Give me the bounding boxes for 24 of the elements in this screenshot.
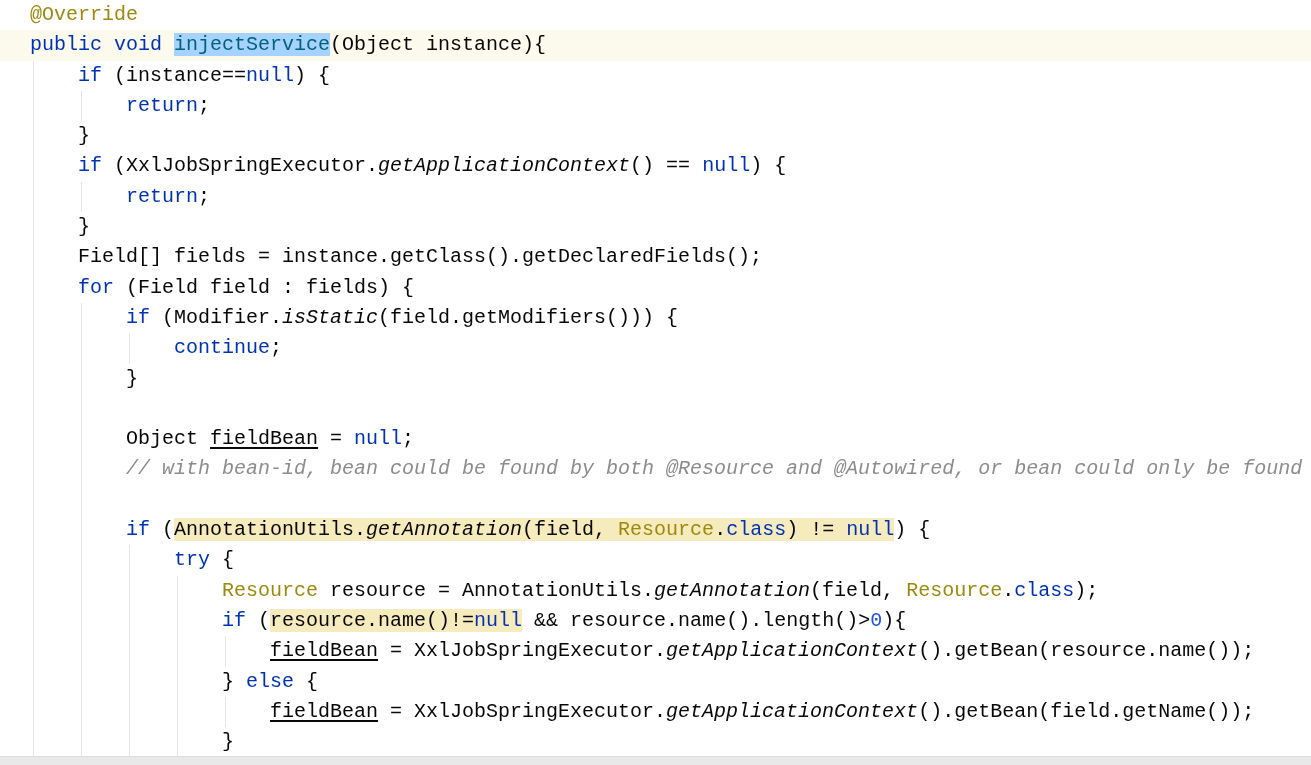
code-line: } else {	[222, 668, 319, 695]
code-line: public void injectService(Object instance){	[30, 32, 547, 59]
code-line: return;	[126, 92, 211, 119]
code-line: continue;	[174, 335, 283, 362]
horizontal-scrollbar[interactable]	[0, 756, 1311, 765]
code-line: if (resource.name()!=null && resource.name().length()>0){	[222, 607, 907, 634]
code-line: if (Modifier.isStatic(field.getModifiers())) {	[126, 304, 679, 331]
code-line: for (Field field : fields) {	[78, 274, 415, 301]
code-line: if (AnnotationUtils.getAnnotation(field, Resource.class) != null) {	[126, 517, 931, 544]
code-line: }	[78, 123, 90, 150]
code-line: }	[78, 214, 90, 241]
code-line: if (XxlJobSpringExecutor.getApplicationContext() == null) {	[78, 153, 787, 180]
code-line: fieldBean = XxlJobSpringExecutor.getApplicationContext().getBean(field.getName());	[270, 698, 1255, 725]
code-line: Object fieldBean = null;	[126, 426, 415, 453]
code-line: // with bean-id, bean could be found by both @Resource and @Autowired, or bean could only be found	[126, 456, 1303, 483]
code-line: if (instance==null) {	[78, 62, 331, 89]
code-line: Resource resource = AnnotationUtils.getAnnotation(field, Resource.class);	[222, 577, 1099, 604]
code-line: try {	[174, 547, 235, 574]
code-line: Field[] fields = instance.getClass().getDeclaredFields();	[78, 244, 763, 271]
code-line: return;	[126, 183, 211, 210]
code-line: }	[222, 729, 234, 756]
code-line: @Override	[30, 2, 139, 28]
code-line: fieldBean = XxlJobSpringExecutor.getApplicationContext().getBean(resource.name());	[270, 638, 1255, 665]
code-line: }	[126, 365, 138, 392]
